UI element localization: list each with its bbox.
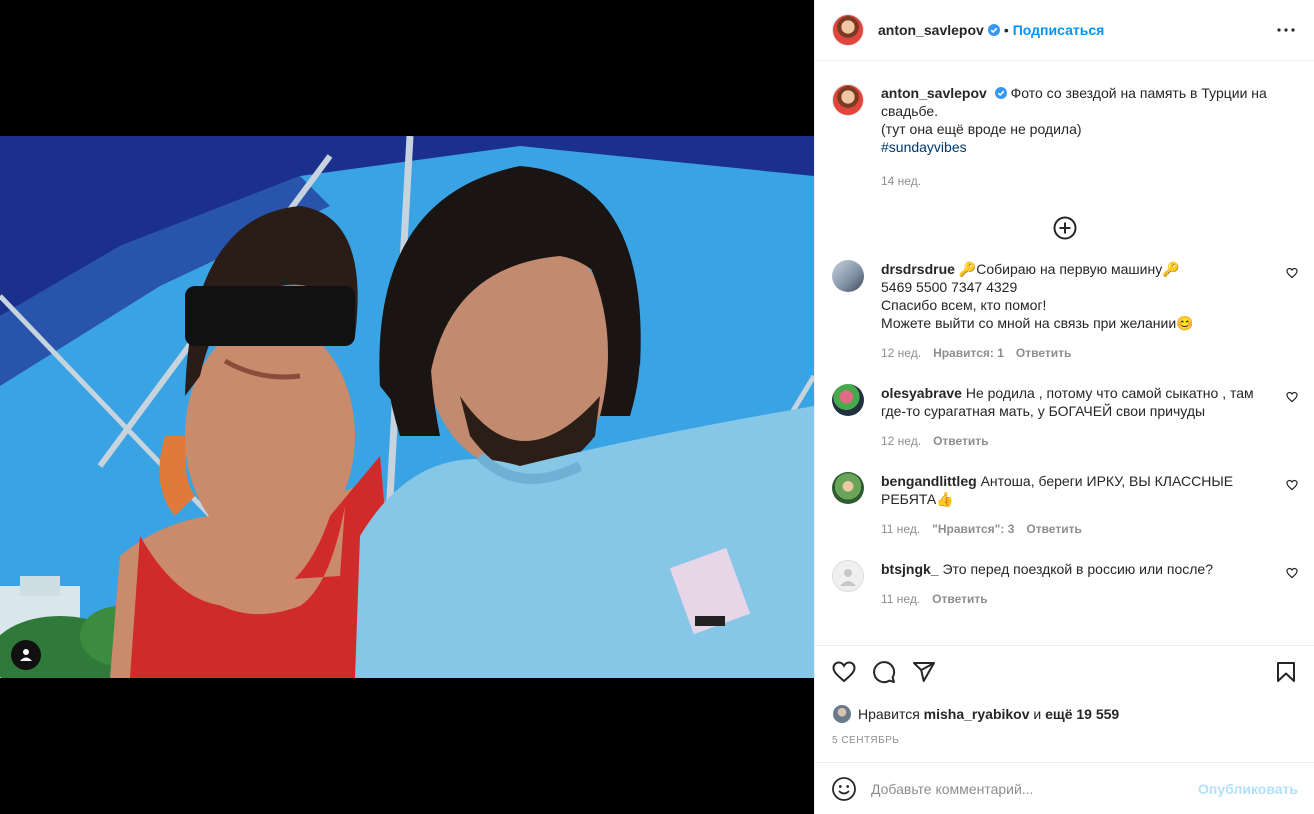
comment-username[interactable]: drsdrsdrue — [881, 261, 955, 277]
comment-like-heart-icon[interactable] — [1286, 267, 1298, 279]
default-user-icon — [840, 569, 856, 586]
comment-like-heart-icon[interactable] — [1286, 391, 1298, 403]
likes-count[interactable]: ещё 19 559 — [1045, 706, 1119, 722]
post-media — [0, 0, 814, 814]
post-sidebar: anton_savlepov • Подписаться anton_savle… — [814, 0, 1314, 814]
reply-button[interactable]: Ответить — [1016, 344, 1071, 362]
more-options-button[interactable] — [1274, 18, 1298, 42]
share-send-icon[interactable] — [912, 660, 936, 684]
comment-likes[interactable]: Нравится: 1 — [933, 344, 1004, 362]
publish-button[interactable]: Опубликовать — [1198, 781, 1298, 797]
likes-middle: и — [1033, 706, 1042, 722]
post-modal: anton_savlepov • Подписаться anton_savle… — [0, 0, 1314, 814]
comment-username[interactable]: olesyabrave — [881, 385, 962, 401]
photo-illustration — [0, 136, 814, 678]
caption-time[interactable]: 14 нед. — [881, 172, 921, 190]
comment-item: btsjngk_ Это перед поездкой в россию или… — [832, 560, 1298, 608]
comment-item: drsdrsdrue 🔑Собираю на первую машину🔑 54… — [832, 260, 1298, 362]
comment-time[interactable]: 11 нед. — [881, 520, 920, 538]
add-comment-bar: Опубликовать — [815, 762, 1314, 814]
post-photo[interactable] — [0, 136, 814, 678]
verified-badge-icon — [987, 24, 1000, 36]
verified-badge-icon — [994, 87, 1007, 99]
dot-separator: • — [1003, 22, 1009, 38]
comment-like-heart-icon[interactable] — [1286, 479, 1298, 491]
comment-time[interactable]: 12 нед. — [881, 432, 921, 450]
bookmark-save-icon[interactable] — [1274, 660, 1298, 684]
liker-username[interactable]: misha_ryabikov — [924, 706, 1030, 722]
likes-prefix: Нравится — [858, 706, 920, 722]
load-more-comments — [832, 216, 1298, 240]
likes-summary: Нравится misha_ryabikov и ещё 19 559 — [832, 704, 1298, 724]
post-actions: Нравится misha_ryabikov и ещё 19 559 5 с… — [815, 645, 1314, 746]
load-more-button[interactable] — [1053, 216, 1077, 240]
owner-avatar[interactable] — [832, 14, 864, 46]
comment-avatar[interactable] — [832, 260, 864, 292]
comment-avatar[interactable] — [832, 384, 864, 416]
reply-button[interactable]: Ответить — [1026, 520, 1081, 538]
owner-username[interactable]: anton_savlepov — [878, 22, 984, 38]
caption-hashtag[interactable]: #sundayvibes — [881, 139, 967, 155]
comments-list[interactable]: anton_savlepov Фото со звездой на память… — [815, 62, 1314, 645]
comment-time[interactable]: 12 нед. — [881, 344, 921, 362]
caption-avatar[interactable] — [832, 84, 864, 116]
emoji-smiley-icon[interactable] — [831, 776, 857, 802]
tagged-users-button[interactable] — [11, 640, 41, 670]
comment-like-heart-icon[interactable] — [1286, 567, 1298, 579]
comment-item: olesyabrave Не родила , потому что самой… — [832, 384, 1298, 450]
follow-button[interactable]: Подписаться — [1013, 22, 1105, 38]
comment-likes[interactable]: "Нравится": 3 — [932, 520, 1014, 538]
comment-avatar[interactable] — [832, 560, 864, 592]
comment-input[interactable] — [871, 780, 1199, 797]
caption-username[interactable]: anton_savlepov — [881, 85, 987, 101]
more-dots-icon — [1277, 28, 1295, 32]
comment-bubble-icon[interactable] — [872, 660, 896, 684]
liker-avatar[interactable] — [832, 704, 852, 724]
post-date[interactable]: 5 сентябрь — [832, 735, 1298, 746]
comment-avatar[interactable] — [832, 472, 864, 504]
user-icon — [20, 649, 32, 661]
comment-time[interactable]: 11 нед. — [881, 590, 920, 608]
reply-button[interactable]: Ответить — [933, 432, 988, 450]
comment-username[interactable]: btsjngk_ — [881, 561, 939, 577]
action-icons — [832, 646, 1298, 698]
comment-username[interactable]: bengandlittleg — [881, 473, 977, 489]
like-heart-icon[interactable] — [832, 660, 856, 684]
post-caption: anton_savlepov Фото со звездой на память… — [832, 84, 1298, 190]
comment-text: Это перед поездкой в россию или после? — [942, 561, 1213, 577]
reply-button[interactable]: Ответить — [932, 590, 987, 608]
plus-circle-icon — [1053, 216, 1077, 240]
comment-item: bengandlittleg Антоша, береги ИРКУ, ВЫ К… — [832, 472, 1298, 538]
post-header: anton_savlepov • Подписаться — [815, 0, 1314, 61]
